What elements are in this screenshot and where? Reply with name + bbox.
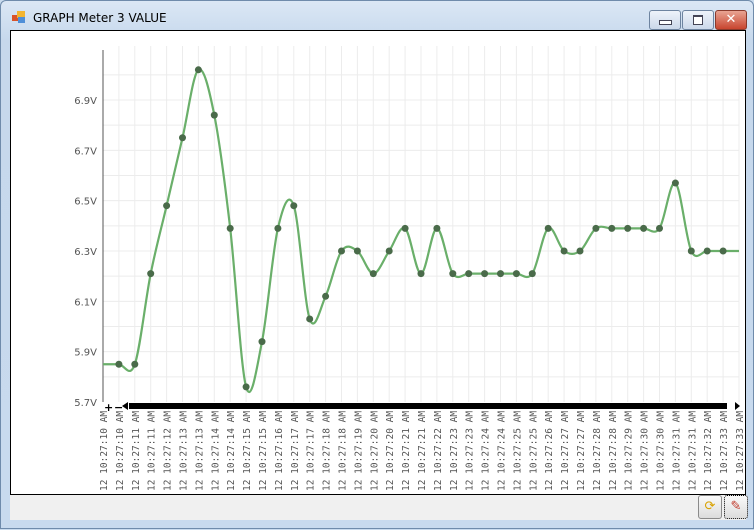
x-tick-label: 12 10:27:28 AM bbox=[592, 411, 603, 491]
x-tick-label: 12 10:27:30 AM bbox=[640, 411, 651, 491]
x-tick-label: 12 10:27:18 AM bbox=[322, 411, 333, 491]
app-window: GRAPH Meter 3 VALUE ✕ 5.7V 5.9V 6.1V 6.3V 6.… bbox=[0, 0, 754, 529]
data-point bbox=[576, 247, 584, 255]
x-tick-label: 12 10:27:10 AM bbox=[115, 411, 126, 491]
x-tick-label: 12 10:27:30 AM bbox=[656, 411, 667, 491]
x-tick-label: 12 10:27:33 AM bbox=[735, 411, 746, 491]
x-tick-label: 12 10:27:24 AM bbox=[481, 411, 492, 491]
data-point bbox=[401, 224, 409, 232]
x-tick-label: 12 10:27:16 AM bbox=[274, 411, 285, 491]
data-point bbox=[671, 179, 679, 187]
data-point bbox=[497, 270, 504, 278]
data-point bbox=[258, 338, 266, 346]
data-point bbox=[719, 247, 727, 255]
y-tick-label: 5.9V bbox=[74, 348, 97, 359]
data-point bbox=[210, 111, 218, 119]
x-tick-label: 12 10:27:24 AM bbox=[497, 411, 508, 491]
y-tick-label: 6.9V bbox=[74, 96, 97, 107]
x-tick-label: 12 10:27:27 AM bbox=[576, 411, 587, 491]
x-tick-label: 12 10:27:20 AM bbox=[385, 411, 396, 491]
data-point bbox=[528, 270, 536, 278]
x-tick-label: 12 10:27:21 AM bbox=[417, 411, 428, 491]
data-point bbox=[163, 202, 171, 210]
y-tick-label: 6.1V bbox=[74, 297, 97, 308]
line-chart: 5.7V5.9V6.1V6.3V6.5V6.7V6.9V+ −12 10:27:1… bbox=[74, 46, 746, 491]
data-point bbox=[481, 270, 489, 278]
data-point bbox=[194, 66, 202, 74]
data-point bbox=[306, 315, 314, 323]
x-scrollbar bbox=[129, 403, 727, 409]
x-tick-label: 12 10:27:15 AM bbox=[258, 411, 269, 491]
x-tick-label: 12 10:27:20 AM bbox=[369, 411, 380, 491]
data-point bbox=[640, 224, 648, 232]
data-point bbox=[242, 383, 250, 391]
data-point bbox=[369, 270, 377, 278]
settings-tool-icon: ✎ bbox=[730, 499, 742, 514]
x-tick-label: 12 10:27:21 AM bbox=[401, 411, 412, 491]
x-tick-label: 12 10:27:31 AM bbox=[671, 411, 682, 491]
y-tick-label: 6.5V bbox=[74, 197, 97, 208]
x-tick-label: 12 10:27:23 AM bbox=[465, 411, 476, 491]
x-tick-label: 12 10:27:17 AM bbox=[306, 411, 317, 491]
x-tick-label: 12 10:27:28 AM bbox=[608, 411, 619, 491]
x-tick-label: 12 10:27:15 AM bbox=[242, 411, 253, 491]
refresh-button[interactable]: ⟳ bbox=[698, 495, 722, 519]
data-point bbox=[608, 224, 616, 232]
data-point bbox=[226, 224, 234, 232]
data-point bbox=[560, 247, 568, 255]
data-point bbox=[353, 247, 361, 255]
x-tick-label: 12 10:27:14 AM bbox=[210, 411, 221, 491]
x-tick-label: 12 10:27:13 AM bbox=[179, 411, 190, 491]
client-area: 5.7V 5.9V 6.1V 6.3V 6.5V 6.7V 6.9V + −12 10:27:1… bbox=[10, 30, 748, 520]
y-tick-label: 5.7V bbox=[74, 398, 97, 409]
data-point bbox=[385, 247, 393, 255]
data-point bbox=[131, 360, 139, 368]
scroll-right-icon bbox=[735, 402, 740, 410]
data-point bbox=[687, 247, 695, 255]
x-tick-label: 12 10:27:17 AM bbox=[290, 411, 301, 491]
data-point bbox=[624, 224, 632, 232]
data-point bbox=[433, 224, 441, 232]
data-point bbox=[465, 270, 473, 278]
settings-tool-button[interactable]: ✎ bbox=[724, 495, 748, 519]
y-tick-label: 6.7V bbox=[74, 146, 97, 157]
data-point bbox=[322, 292, 330, 300]
x-tick-label: 12 10:27:33 AM bbox=[719, 411, 730, 491]
data-point bbox=[179, 134, 186, 142]
data-point bbox=[417, 270, 425, 278]
data-point bbox=[338, 247, 345, 255]
x-tick-label: 12 10:27:12 AM bbox=[163, 411, 174, 491]
x-tick-label: 12 10:27:19 AM bbox=[353, 411, 364, 491]
data-point bbox=[656, 224, 663, 232]
x-tick-label: 12 10:27:10 AM bbox=[99, 411, 110, 491]
x-tick-label: 12 10:27:13 AM bbox=[194, 411, 205, 491]
x-tick-label: 12 10:27:18 AM bbox=[338, 411, 349, 491]
data-point bbox=[512, 270, 520, 278]
data-point bbox=[115, 360, 123, 368]
x-tick-label: 12 10:27:14 AM bbox=[226, 411, 237, 491]
x-tick-label: 12 10:27:23 AM bbox=[449, 411, 460, 491]
x-tick-label: 12 10:27:22 AM bbox=[433, 411, 444, 491]
x-tick-label: 12 10:27:31 AM bbox=[687, 411, 698, 491]
x-tick-label: 12 10:27:29 AM bbox=[624, 411, 635, 491]
data-point bbox=[544, 224, 552, 232]
data-point bbox=[703, 247, 711, 255]
refresh-icon: ⟳ bbox=[704, 499, 716, 514]
x-tick-label: 12 10:27:26 AM bbox=[544, 411, 555, 491]
x-tick-label: 12 10:27:25 AM bbox=[512, 411, 523, 491]
y-tick-label: 6.3V bbox=[74, 247, 97, 258]
data-point bbox=[274, 224, 282, 232]
x-tick-label: 12 10:27:25 AM bbox=[528, 411, 539, 491]
x-tick-label: 12 10:27:27 AM bbox=[560, 411, 571, 491]
x-tick-label: 12 10:27:11 AM bbox=[131, 411, 142, 491]
x-tick-label: 12 10:27:32 AM bbox=[703, 411, 714, 491]
data-point bbox=[592, 224, 600, 232]
x-tick-label: 12 10:27:11 AM bbox=[147, 411, 158, 491]
data-point bbox=[290, 202, 298, 210]
chart-area: 5.7V 5.9V 6.1V 6.3V 6.5V 6.7V 6.9V + −12 10:27:1… bbox=[10, 30, 746, 495]
data-point bbox=[147, 270, 155, 278]
data-point bbox=[449, 270, 457, 278]
